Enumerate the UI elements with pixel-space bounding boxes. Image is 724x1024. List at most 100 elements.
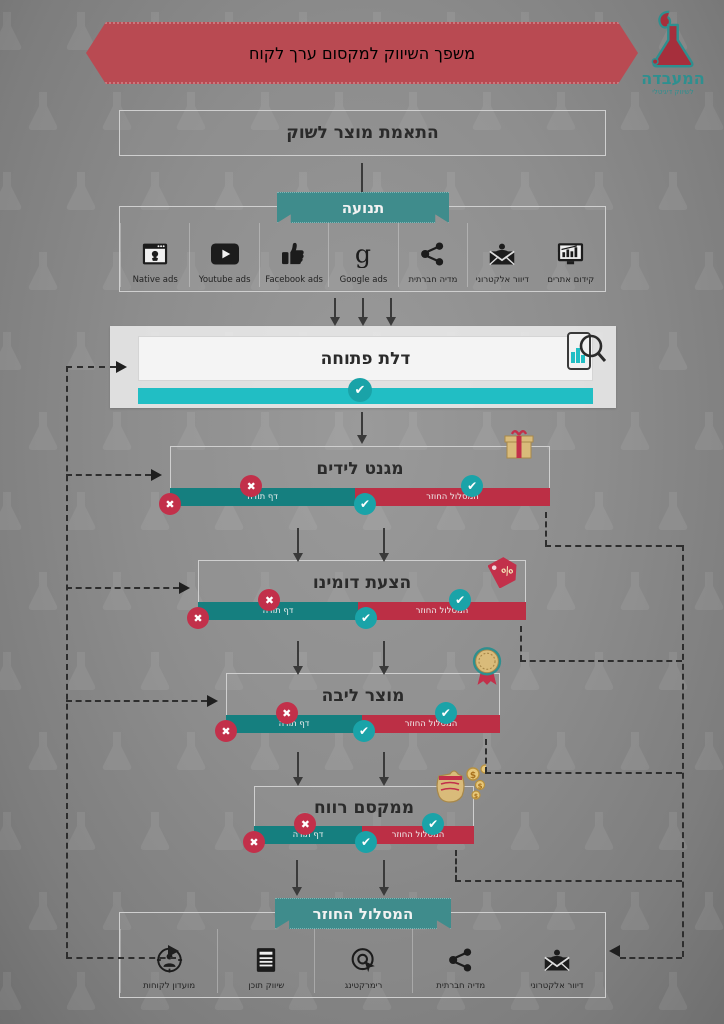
flask-watermark [64, 490, 98, 532]
flask-watermark [64, 970, 98, 1012]
flask-icon [651, 10, 694, 68]
award-rosette-icon [470, 645, 504, 691]
open-door-panel: דלת פתוחה ✔ [110, 326, 616, 408]
arrow-stage-1-to-2-1 [293, 528, 303, 562]
bottom-left-run-arrow [168, 945, 179, 957]
channel-item[interactable]: מדיה חברתית [397, 223, 467, 287]
money-bag-coins-icon: $ $ $ [432, 764, 490, 808]
stage-head: הצעת דומינו [198, 560, 526, 606]
left-branch-arrow-stage-3 [207, 695, 218, 707]
stage-thankyou-segment[interactable]: דף תודה [170, 488, 355, 506]
channel-item[interactable]: דיוור אלקטרוני [509, 929, 605, 993]
stage-returnpath-segment[interactable]: המסלול החוזר [355, 488, 550, 506]
flask-watermark [26, 570, 60, 612]
thumbs-up-icon [280, 239, 308, 269]
stage-head: מוצר ליבה [226, 673, 500, 719]
funnel-stage: מגנט לידים דף תודה המסלול החוזר ✔ ✔ ✖ ✖ [159, 430, 550, 515]
flask-watermark [0, 810, 24, 852]
flask-watermark [26, 730, 60, 772]
traffic-ribbon: תנועה [277, 192, 449, 223]
stage-check-badge-top: ✔ [422, 813, 445, 835]
channel-item[interactable]: שיווק תוכן [217, 929, 314, 993]
flask-watermark [0, 170, 24, 212]
arrow-stage-3-to-4-1 [293, 752, 303, 786]
flask-watermark [64, 170, 98, 212]
left-branch-to-stage-1 [66, 474, 151, 476]
left-return-trunk [66, 366, 68, 958]
channel-item[interactable]: דיוור אלקטרוני [467, 223, 536, 287]
product-market-fit-box: התאמת מוצר לשוק [119, 110, 606, 156]
channel-label: Youtube ads [198, 275, 251, 285]
stage-x-badge-end: ✖ [187, 607, 209, 629]
flask-watermark [618, 890, 652, 932]
flask-watermark [0, 490, 24, 532]
arrow-stage-1-to-2-2 [379, 528, 389, 562]
content-document-icon [255, 945, 277, 975]
logo-subtitle: לשיווק דיגיטלי [652, 88, 694, 96]
arrow-stage4-to-return-1 [292, 860, 302, 896]
svg-text:$: $ [474, 793, 478, 800]
stage-x-badge-top: ✖ [275, 702, 298, 724]
page-title: משפך השיווק למקסום ערך לקוח [248, 43, 476, 63]
channel-item[interactable]: מדיה חברתית [411, 929, 509, 993]
flask-watermark [692, 890, 724, 932]
flask-watermark [508, 650, 542, 692]
funnel-stage: מוצר ליבה דף תודה המסלול החוזר ✔ ✔ ✖ ✖ [215, 647, 502, 742]
right-branch-from-stage-4 [455, 880, 682, 882]
share-nodes-icon [420, 239, 446, 269]
channel-item[interactable]: קידום אתרים [537, 223, 605, 287]
stage-returnpath-segment[interactable]: המסלול החוזר [362, 715, 500, 733]
flask-watermark [692, 410, 724, 452]
channel-item[interactable]: Facebook ads [258, 223, 328, 287]
flask-watermark [656, 650, 690, 692]
flask-watermark [582, 650, 616, 692]
channel-label: מדיה חברתית [408, 275, 458, 285]
product-market-fit-label: התאמת מוצר לשוק [286, 123, 439, 143]
channel-label: דיוור אלקטרוני [530, 981, 584, 991]
channel-item[interactable]: Youtube ads [189, 223, 258, 287]
arrow-stage-2-to-3-2 [379, 641, 389, 675]
channel-item[interactable]: g Google ads [328, 223, 397, 287]
stage-check-badge-split: ✔ [355, 831, 377, 853]
left-branch-arrow-stage-1 [151, 469, 162, 481]
arrow-stage-2-to-3-1 [293, 641, 303, 675]
close-icon: ✖ [165, 497, 175, 511]
channel-label: שיווק תוכן [248, 981, 285, 991]
right-branch-from-stage-3 [485, 772, 682, 774]
flask-watermark [100, 410, 134, 452]
retargeting-cursor-icon [350, 945, 377, 975]
open-door-check-badge: ✔ [348, 378, 372, 402]
arrow-traffic-to-door-2 [358, 298, 368, 326]
right-return-trunk [682, 545, 684, 957]
traffic-ribbon-label: תנועה [341, 198, 385, 217]
flask-watermark [138, 810, 172, 852]
close-icon: ✖ [246, 479, 256, 493]
stage-check-badge-split: ✔ [353, 720, 375, 742]
share-nodes-icon [448, 945, 474, 975]
open-door-label: דלת פתוחה [320, 348, 411, 369]
flask-watermark [0, 330, 24, 372]
channel-item[interactable]: רימרקטינג [314, 929, 411, 993]
email-person-icon [488, 239, 516, 269]
flask-watermark [26, 90, 60, 132]
channel-item[interactable]: מועדון לקוחות [120, 929, 217, 993]
close-icon: ✖ [300, 817, 310, 831]
stage-x-badge-end: ✖ [215, 720, 237, 742]
right-branch-from-stage-1 [545, 545, 682, 547]
svg-text:$: $ [470, 771, 476, 781]
left-branch-to-stage-2 [66, 587, 179, 589]
flask-watermark [692, 730, 724, 772]
funnel-stage: ממקסם רווח דף תודה המסלול החוזר ✔ ✔ ✖ ✖ $ $ $ [243, 764, 490, 853]
stage-label: מוצר ליבה [321, 686, 405, 706]
flask-watermark [656, 170, 690, 212]
check-icon: ✔ [359, 497, 371, 511]
gift-box-icon [502, 428, 536, 466]
stage-returnpath-segment[interactable]: המסלול החוזר [362, 826, 474, 844]
discount-tag-icon: % [487, 554, 522, 592]
channel-item[interactable]: Native ads [120, 223, 189, 287]
return-path-channel-list: מועדון לקוחות שיווק תוכן רימרקטינג מדיה חבר… [120, 927, 605, 993]
stage-returnpath-segment[interactable]: המסלול החוזר [358, 602, 526, 620]
close-icon: ✖ [249, 835, 259, 849]
close-icon: ✖ [264, 593, 275, 607]
arrow-stage4-to-return-2 [379, 860, 389, 896]
